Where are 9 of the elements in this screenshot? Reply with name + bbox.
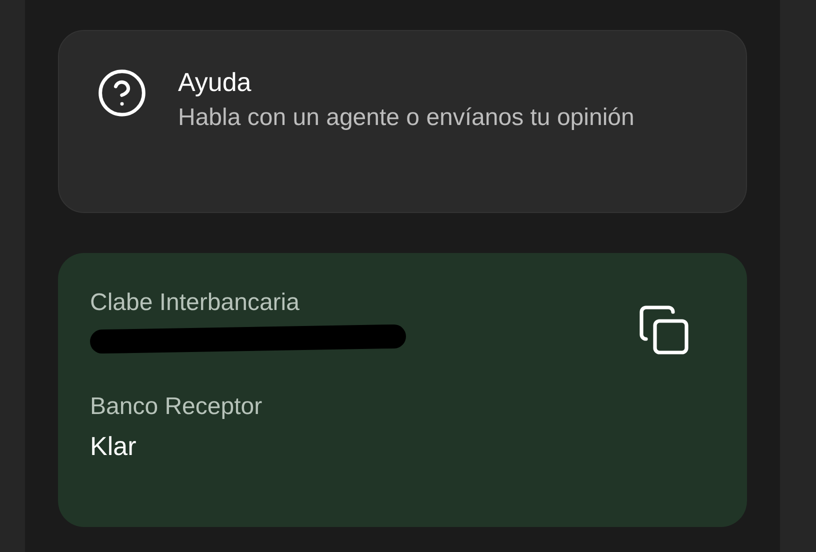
help-icon	[96, 67, 148, 119]
field-value: Klar	[90, 431, 138, 461]
copy-icon	[637, 303, 691, 357]
help-title: Ayuda	[178, 67, 252, 97]
field-label: Banco Receptor	[90, 393, 262, 421]
help-subtitle: Habla con un agente o envíanos tu opinión	[178, 103, 636, 133]
field-label: Clabe Interbancaria	[90, 289, 300, 317]
copy-button[interactable]	[637, 303, 691, 357]
help-card[interactable]: Ayuda Habla con un agente o envíanos tu opinión	[58, 30, 747, 213]
